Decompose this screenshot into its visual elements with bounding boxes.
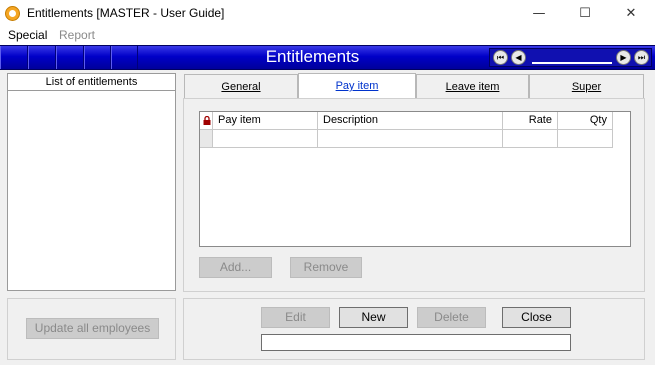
- add-button[interactable]: Add...: [199, 257, 272, 278]
- column-header-description[interactable]: Description: [318, 112, 503, 130]
- row-selector[interactable]: [200, 130, 213, 148]
- tab-pay-item[interactable]: Pay item: [298, 73, 416, 99]
- delete-button[interactable]: Delete: [417, 307, 486, 328]
- next-record-icon[interactable]: ▶: [616, 50, 631, 65]
- tab-general[interactable]: General: [184, 74, 298, 98]
- previous-record-icon[interactable]: ◀: [511, 50, 526, 65]
- menu-bar: Special Report: [0, 27, 655, 45]
- last-record-icon[interactable]: ⏭: [634, 50, 649, 65]
- header-segment: [84, 46, 111, 69]
- pay-item-grid[interactable]: Pay item Description Rate Qty: [199, 111, 631, 247]
- record-navigator: ⏮ ◀ ▶ ⏭: [489, 48, 652, 67]
- cell-description[interactable]: [318, 130, 503, 148]
- left-action-group: Update all employees: [7, 298, 176, 360]
- column-header-qty[interactable]: Qty: [558, 112, 613, 130]
- cell-qty[interactable]: [558, 130, 613, 148]
- edit-button[interactable]: Edit: [261, 307, 330, 328]
- record-scroll-track[interactable]: [532, 62, 612, 64]
- menu-report[interactable]: Report: [59, 28, 95, 42]
- first-record-icon[interactable]: ⏮: [493, 50, 508, 65]
- new-button[interactable]: New: [339, 307, 408, 328]
- maximize-button[interactable]: ☐: [562, 0, 608, 27]
- column-header-rate[interactable]: Rate: [503, 112, 558, 130]
- menu-special[interactable]: Special: [8, 28, 47, 42]
- header-segment: [111, 46, 138, 69]
- cell-rate[interactable]: [503, 130, 558, 148]
- close-button[interactable]: Close: [502, 307, 571, 328]
- app-icon: [5, 6, 20, 21]
- window-title: Entitlements [MASTER - User Guide]: [27, 6, 225, 20]
- tab-super[interactable]: Super: [529, 74, 644, 98]
- update-all-employees-button[interactable]: Update all employees: [26, 318, 159, 339]
- cell-pay-item[interactable]: [213, 130, 318, 148]
- status-field: [261, 334, 571, 351]
- header-segment: [0, 46, 28, 69]
- title-bar: Entitlements [MASTER - User Guide] — ☐ ✕: [0, 0, 655, 27]
- page-title: Entitlements: [265, 47, 360, 66]
- minimize-button[interactable]: —: [516, 0, 562, 27]
- remove-button[interactable]: Remove: [290, 257, 362, 278]
- tab-leave-item[interactable]: Leave item: [416, 74, 529, 98]
- entitlements-list[interactable]: List of entitlements: [7, 73, 176, 291]
- column-header-pay-item[interactable]: Pay item: [213, 112, 318, 130]
- list-header: List of entitlements: [8, 74, 175, 91]
- header-segment: [56, 46, 84, 69]
- row-header-corner: [200, 112, 213, 130]
- lock-icon: [203, 116, 211, 125]
- close-window-button[interactable]: ✕: [608, 0, 654, 27]
- header-band: Entitlements ⏮ ◀ ▶ ⏭: [0, 45, 655, 70]
- header-segment: [28, 46, 56, 69]
